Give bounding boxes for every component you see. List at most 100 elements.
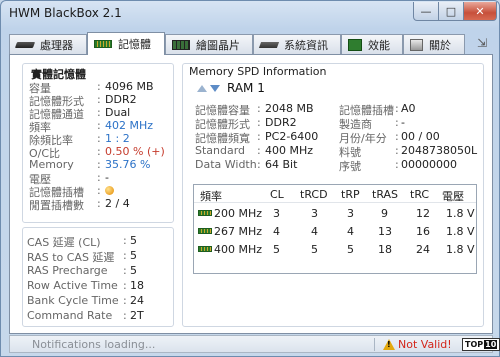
spd-label: 序號	[339, 160, 361, 173]
status-bar: Notifications loading... ! Not Valid! TO…	[9, 335, 500, 353]
ram-label: RAM 1	[227, 81, 265, 95]
spd-label: Standard	[195, 144, 246, 157]
maximize-button[interactable]: □	[439, 2, 464, 21]
tab-gpu[interactable]: 繪圖晶片	[165, 34, 253, 54]
cell-tras: 18	[378, 243, 392, 256]
memory-row: 頻率: 402 MHz	[29, 119, 154, 134]
spd-row: Standard: 400 MHz	[195, 144, 314, 157]
row-value: 402 MHz	[105, 119, 154, 132]
row-value: 2 / 4	[105, 197, 130, 210]
tab-memory[interactable]: 記憶體	[87, 32, 165, 55]
column-header: tRC	[410, 188, 430, 201]
cell-trc: 12	[416, 207, 430, 220]
cell-trcd: 4	[311, 225, 318, 238]
spd-value: 2048738050L	[401, 144, 478, 157]
row-value: DDR2	[105, 93, 137, 106]
validation-status[interactable]: Not Valid!	[398, 338, 452, 351]
spd-label: Data Width	[195, 158, 257, 171]
timing-value: 5	[130, 264, 137, 277]
gpu-icon	[172, 39, 190, 50]
memory-row: 記憶體通道: Dual	[29, 106, 131, 121]
cell-frequency: 400 MHz	[214, 243, 263, 256]
timing-row: RAS Precharge: 5	[27, 264, 137, 277]
spd-value: A0	[401, 102, 416, 115]
spd-value: 00000000	[401, 158, 457, 171]
table-row[interactable]: 200 MHz 3 3 3 9 12 1.8 V	[194, 205, 476, 223]
about-icon	[410, 38, 423, 51]
system-icon	[258, 41, 280, 48]
timing-row: Row Active Time: 18	[27, 279, 144, 292]
timing-label: CAS 延遲 (CL)	[27, 236, 101, 249]
table-row[interactable]: 400 MHz 5 5 5 18 24 1.8 V	[194, 241, 476, 259]
memory-row: 除頻比率: 1 : 2	[29, 132, 130, 147]
memory-icon	[94, 40, 112, 48]
spd-row: 序號: 00000000	[339, 158, 457, 173]
previous-ram-icon[interactable]	[197, 84, 207, 92]
ram-selector: RAM 1	[197, 80, 265, 96]
timing-label: Row Active Time	[27, 279, 118, 292]
table-header: 頻率 CL tRCD tRP tRAS tRC 電壓	[194, 185, 476, 203]
cell-cl: 3	[273, 207, 280, 220]
collapse-icon[interactable]: ⇲	[473, 34, 491, 52]
cell-trc: 24	[416, 243, 430, 256]
top10-logo[interactable]: TOP 10	[462, 338, 500, 351]
app-window: HWM BlackBox 2.1 — □ ✕ 處理器 記憶體 繪圖晶片 系統資訊…	[0, 0, 500, 357]
column-header: 頻率	[200, 190, 222, 203]
cell-trp: 5	[347, 243, 354, 256]
cell-cl: 5	[273, 243, 280, 256]
column-header: CL	[270, 188, 284, 201]
tab-label: 記憶體	[118, 38, 151, 51]
memory-row: 電壓: -	[29, 171, 109, 186]
spd-row: 料號: 2048738050L	[339, 144, 478, 159]
row-value: -	[105, 171, 109, 184]
title-bar[interactable]: HWM BlackBox 2.1 — □ ✕	[1, 1, 499, 27]
cell-trp: 3	[347, 207, 354, 220]
tab-performance[interactable]: 效能	[341, 34, 403, 54]
memory-row: 閒置插槽數: 2 / 4	[29, 197, 130, 212]
cell-voltage: 1.8 V	[446, 225, 475, 238]
status-divider	[374, 338, 375, 351]
logo-number: 10	[484, 340, 498, 349]
cell-voltage: 1.8 V	[446, 243, 475, 256]
window-title: HWM BlackBox 2.1	[9, 6, 122, 20]
tab-bar: 處理器 記憶體 繪圖晶片 系統資訊 效能 關於 ⇲	[9, 32, 493, 55]
tab-label: 系統資訊	[284, 38, 328, 52]
spd-value: 64 Bit	[265, 158, 298, 171]
cell-tras: 9	[381, 207, 388, 220]
row-value	[105, 184, 114, 197]
timing-label: Command Rate	[27, 309, 113, 322]
timing-table: 頻率 CL tRCD tRP tRAS tRC 電壓 200 MHz 3 3 3…	[193, 184, 477, 274]
column-header: 電壓	[442, 190, 464, 203]
table-row[interactable]: 267 MHz 4 4 4 13 16 1.8 V	[194, 223, 476, 241]
memory-row: 容量: 4096 MB	[29, 80, 154, 95]
spd-value: DDR2	[265, 116, 297, 129]
row-value: 0.50 % (+)	[105, 145, 165, 158]
spd-row: Data Width: 64 Bit	[195, 158, 298, 171]
spd-row: 月份/年分: 00 / 00	[339, 130, 440, 145]
tab-system[interactable]: 系統資訊	[253, 34, 341, 54]
next-ram-icon[interactable]	[210, 84, 220, 92]
slot-warning-icon	[105, 186, 114, 195]
tab-cpu[interactable]: 處理器	[9, 34, 87, 54]
cell-trp: 4	[347, 225, 354, 238]
tab-label: 關於	[429, 38, 451, 52]
spd-value: 400 MHz	[265, 144, 314, 157]
timing-row: RAS to CAS 延遲: 5	[27, 249, 137, 264]
tab-about[interactable]: 關於	[403, 34, 465, 54]
cell-tras: 13	[378, 225, 392, 238]
spd-value: 00 / 00	[401, 130, 440, 143]
logo-text: TOP	[465, 340, 484, 349]
warning-mark: !	[387, 340, 391, 349]
memory-row: O/C比: 0.50 % (+)	[29, 145, 165, 160]
close-button[interactable]: ✕	[464, 2, 497, 21]
memory-row: 記憶體形式: DDR2	[29, 93, 137, 108]
row-label: Memory	[29, 158, 74, 171]
minimize-button[interactable]: —	[413, 2, 439, 21]
timing-value: 2T	[130, 309, 144, 322]
timings-panel: CAS 延遲 (CL): 5 RAS to CAS 延遲: 5 RAS Prec…	[22, 227, 174, 327]
spd-value: 2048 MB	[265, 102, 314, 115]
timing-value: 5	[130, 249, 137, 262]
memory-tab-content: 實體記憶體 容量: 4096 MB 記憶體形式: DDR2 記憶體通道: Dua…	[9, 54, 493, 334]
cell-trcd: 5	[311, 243, 318, 256]
cell-cl: 4	[273, 225, 280, 238]
